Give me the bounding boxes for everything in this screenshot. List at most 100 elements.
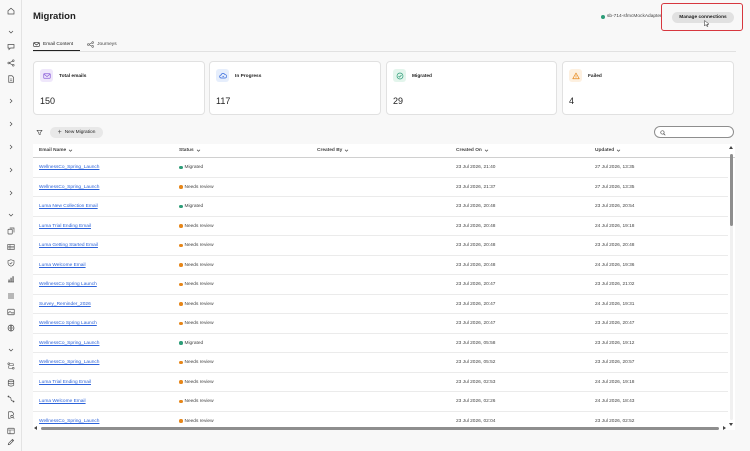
table-row[interactable]: Luma Welcome Email Needs review 23 Jul 202…	[33, 392, 728, 412]
column-header-created-by[interactable]: Created By	[317, 148, 349, 153]
chevron-right-icon[interactable]	[6, 142, 16, 152]
created-on-cell: 23 Jul 2026, 02:53	[456, 379, 496, 385]
status-cell: Needs review	[179, 360, 214, 365]
chevron-right-icon[interactable]	[6, 96, 16, 106]
table-row[interactable]: Survey_Reminder_2026 Needs review 23 Jul 2…	[33, 294, 728, 314]
card-value: 29	[393, 96, 404, 106]
column-header-status[interactable]: Status	[179, 148, 201, 153]
email-name-link[interactable]: Luma Trial Ending Email	[39, 224, 91, 229]
email-name-link[interactable]: Luma New Collection Email	[39, 204, 98, 209]
email-name-link[interactable]: WellnessCo Spring Launch	[39, 321, 97, 326]
table-row[interactable]: Luma Getting Started Email Needs review 23…	[33, 236, 728, 256]
chevron-down-icon[interactable]	[6, 210, 16, 220]
email-name-link[interactable]: WellnessCo Spring Launch	[39, 282, 97, 287]
scroll-left-arrow[interactable]	[34, 425, 37, 430]
alert-triangle-icon	[571, 72, 580, 79]
page-title: Migration	[33, 11, 76, 22]
email-name-link[interactable]: WellnessCo_Spring_Launch	[39, 360, 99, 365]
connection-status-dot	[601, 14, 605, 19]
chevron-right-icon[interactable]	[6, 188, 16, 198]
email-icon	[42, 72, 51, 79]
search-input[interactable]	[668, 128, 730, 136]
status-label: Needs review	[184, 418, 214, 424]
status-cell: Needs review	[179, 224, 214, 229]
column-header-updated[interactable]: Updated	[595, 148, 621, 153]
vertical-scrollbar[interactable]	[727, 144, 735, 430]
new-migration-button[interactable]: + New Migration	[50, 127, 103, 138]
scrollbar-thumb[interactable]	[729, 154, 733, 226]
list-icon[interactable]	[6, 291, 16, 301]
home-icon[interactable]	[6, 6, 16, 16]
shield-icon[interactable]	[6, 258, 16, 268]
table-row[interactable]: Luma Trial Ending Email Needs review 23 Ju…	[33, 216, 728, 236]
status-dot	[179, 399, 183, 404]
horizontal-scrollbar[interactable]	[33, 425, 727, 431]
table-row[interactable]: WellnessCo Spring Launch Needs review 23 J…	[33, 275, 728, 295]
chevron-down-icon[interactable]	[6, 27, 16, 37]
table-row[interactable]: Luma Welcome Email Needs review 23 Jul 202…	[33, 255, 728, 275]
scroll-down-arrow[interactable]	[728, 423, 733, 426]
email-name-link[interactable]: WellnessCo_Spring_Launch	[39, 185, 99, 190]
layout-icon[interactable]	[6, 426, 16, 436]
database-icon[interactable]	[6, 378, 16, 388]
created-on-cell: 23 Jul 2026, 20:48	[456, 204, 496, 209]
email-name-link[interactable]: Luma Welcome Email	[39, 263, 86, 268]
document-icon[interactable]	[6, 74, 16, 84]
status-dot	[179, 282, 183, 287]
status-cell: Needs review	[179, 321, 214, 326]
card-icon-wrap	[393, 69, 406, 82]
scroll-up-arrow[interactable]	[728, 146, 733, 149]
scroll-right-arrow[interactable]	[723, 425, 726, 430]
email-name-link[interactable]: WellnessCo_Spring_Launch	[39, 419, 99, 424]
messages-icon[interactable]	[6, 42, 16, 52]
email-name-link[interactable]: Luma Trial Ending Email	[39, 380, 91, 385]
table-row[interactable]: Luma New Collection Email Migrated 23 Jul …	[33, 197, 728, 217]
column-header-email-name[interactable]: Email Name	[39, 148, 73, 153]
status-dot	[179, 243, 183, 248]
search-doc-icon[interactable]	[6, 410, 16, 420]
table-row[interactable]: WellnessCo_Spring_Launch Migrated 23 Jul 2…	[33, 158, 728, 178]
column-header-created-on[interactable]: Created On	[456, 148, 489, 153]
created-on-cell: 23 Jul 2026, 05:52	[456, 360, 496, 365]
chevron-right-icon[interactable]	[6, 165, 16, 175]
flow-icon[interactable]	[6, 58, 16, 68]
table-row[interactable]: Luma Trial Ending Email Needs review 23 Ju…	[33, 372, 728, 392]
table-header: Email Name Status Created By Created On …	[33, 144, 735, 158]
updated-cell: 23 Jul 2026, 02:52	[595, 418, 635, 424]
journey-icon	[87, 40, 94, 48]
email-name-link[interactable]: Luma Getting Started Email	[39, 243, 98, 248]
bar-chart-icon[interactable]	[6, 274, 16, 284]
edit-icon[interactable]	[6, 437, 16, 447]
route-icon[interactable]	[6, 361, 16, 371]
copy-icon[interactable]	[6, 226, 16, 236]
table-row[interactable]: WellnessCo_Spring_Launch Needs review 23 J…	[33, 177, 728, 197]
updated-cell: 24 Jul 2026, 19:31	[595, 301, 635, 307]
tab-email-content[interactable]: Email Content	[33, 38, 73, 50]
filter-button[interactable]	[33, 127, 45, 138]
status-dot	[179, 302, 183, 306]
globe-icon[interactable]	[6, 323, 16, 333]
table-row[interactable]: WellnessCo Spring Launch Needs review 23 J…	[33, 314, 728, 334]
manage-connections-button[interactable]: Manage connections	[672, 12, 734, 23]
image-icon[interactable]	[6, 307, 16, 317]
connection-icon[interactable]	[6, 394, 16, 404]
email-name-link[interactable]: Survey_Reminder_2026	[39, 302, 91, 307]
cloud-sync-icon	[218, 72, 227, 78]
updated-cell: 24 Jul 2026, 19:18	[595, 379, 635, 385]
email-name-link[interactable]: Luma Welcome Email	[39, 399, 86, 404]
status-cell: Migrated	[179, 341, 203, 346]
table-row[interactable]: WellnessCo_Spring_Launch Migrated 23 Jul 2…	[33, 333, 728, 353]
chevron-down-icon[interactable]	[6, 345, 16, 355]
chevron-right-icon[interactable]	[6, 119, 16, 129]
scrollbar-thumb[interactable]	[41, 426, 719, 430]
table-row[interactable]: WellnessCo_Spring_Launch Needs review 23 J…	[33, 353, 728, 373]
email-name-link[interactable]: WellnessCo_Spring_Launch	[39, 341, 99, 346]
created-on-cell: 23 Jul 2026, 20:48	[456, 223, 496, 229]
search-field[interactable]	[654, 126, 734, 138]
email-name-link[interactable]: WellnessCo_Spring_Launch	[39, 165, 99, 170]
card-value: 150	[40, 96, 56, 106]
tab-journeys[interactable]: Journeys	[87, 38, 117, 50]
table-icon[interactable]	[6, 242, 16, 252]
status-label: Migrated	[184, 340, 204, 346]
card-label: In Progress	[235, 74, 262, 79]
